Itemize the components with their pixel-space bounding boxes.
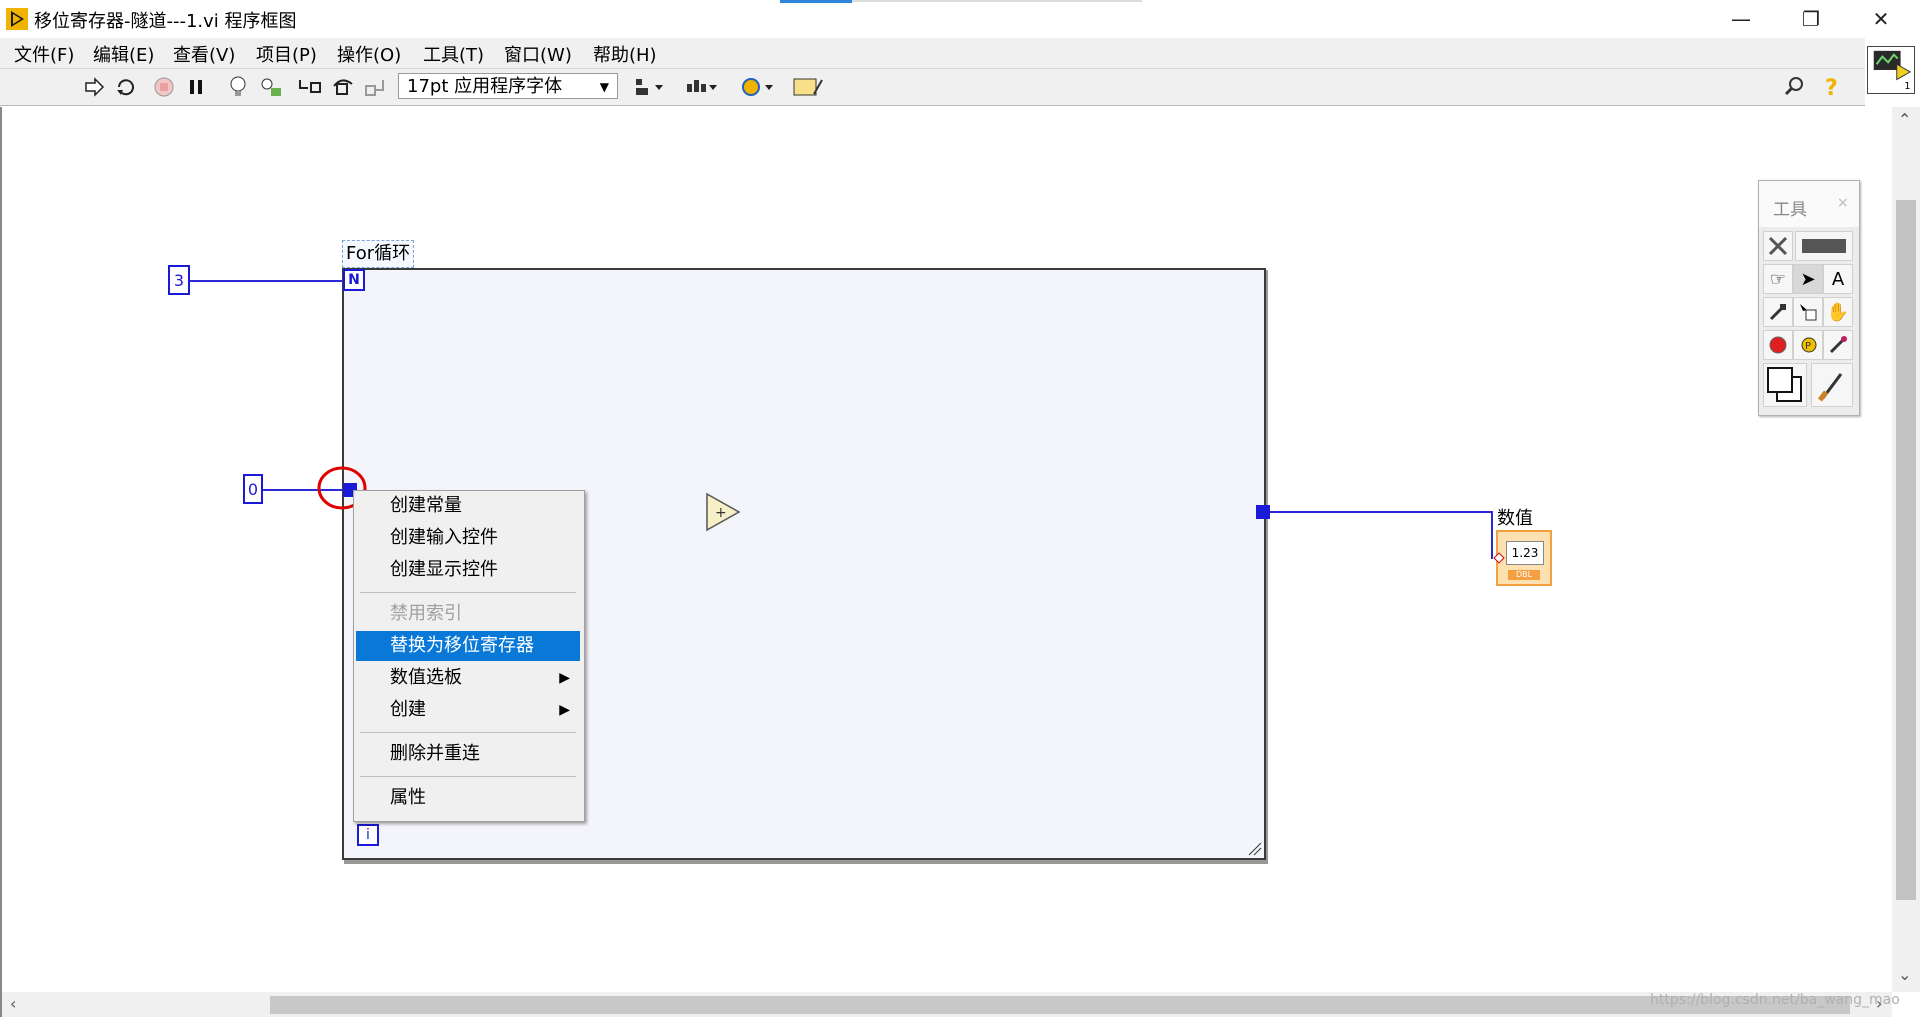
loop-count-terminal[interactable]: N: [343, 269, 365, 291]
menu-item-disable-indexing: 禁用索引: [390, 603, 462, 624]
font-select-value: 17pt 应用程序字体: [407, 76, 563, 97]
close-button[interactable]: ✕: [1846, 0, 1916, 38]
menu-item-delete-and-rewire[interactable]: 删除并重连: [356, 739, 580, 769]
window-title: 移位寄存器-隧道---1.vi 程序框图: [34, 11, 297, 32]
automatic-tool-icon[interactable]: [1763, 231, 1793, 261]
tools-palette-title: 工具: [1773, 200, 1807, 220]
svg-text:?: ?: [1825, 76, 1838, 99]
maximize-button[interactable]: ❐: [1776, 0, 1846, 38]
context-help-icon[interactable]: ?: [1818, 73, 1846, 101]
menu-item-replace-with-shift-register[interactable]: 替换为移位寄存器: [356, 631, 580, 661]
step-into-icon[interactable]: [296, 73, 324, 101]
watermark: https://blog.csdn.net/ba_wang_mao: [1650, 992, 1900, 1008]
vertical-scroll-thumb[interactable]: [1896, 200, 1916, 900]
clean-up-diagram-icon[interactable]: [790, 73, 826, 101]
menu-separator: [360, 732, 576, 733]
step-over-icon[interactable]: [330, 73, 358, 101]
iteration-terminal[interactable]: i: [357, 824, 379, 846]
menu-item-label: 数值选板: [390, 667, 462, 688]
color-swatch-icon[interactable]: [1763, 363, 1807, 407]
pause-icon[interactable]: [182, 73, 210, 101]
resize-handle-icon[interactable]: [1248, 842, 1262, 856]
for-loop-label[interactable]: For循环: [342, 240, 415, 268]
step-out-icon[interactable]: [362, 73, 390, 101]
numeric-indicator[interactable]: 1.23 DBL: [1493, 530, 1552, 586]
scroll-left-icon[interactable]: ‹: [10, 994, 16, 1013]
breakpoint-icon[interactable]: [1763, 330, 1793, 360]
menu-item-create[interactable]: 创建 ▶: [356, 695, 580, 725]
reorder-icon[interactable]: [738, 73, 778, 101]
tools-palette-close[interactable]: ×: [1837, 195, 1849, 211]
auto-tool-indicator: [1795, 231, 1853, 261]
wire-to-indicator: [1268, 511, 1492, 513]
position-arrow-icon[interactable]: ➤: [1793, 264, 1823, 294]
output-tunnel[interactable]: [1256, 505, 1270, 519]
minimize-button[interactable]: —: [1706, 0, 1776, 38]
labview-app-icon: [6, 8, 28, 30]
menu-item-numeric-palette[interactable]: 数值选板 ▶: [356, 663, 580, 693]
highlight-execution-icon[interactable]: [224, 73, 252, 101]
menu-help[interactable]: 帮助(H): [587, 41, 663, 67]
chevron-down-icon: ▼: [599, 80, 609, 94]
wire-count: [190, 280, 343, 282]
loop-count-constant[interactable]: 3: [168, 265, 190, 295]
run-continuously-icon[interactable]: [112, 73, 140, 101]
add-glyph: +: [715, 505, 727, 521]
initial-value-constant[interactable]: 0: [243, 474, 263, 504]
text-tool-icon[interactable]: A: [1823, 264, 1853, 294]
toolbar: 17pt 应用程序字体 ▼ ?: [0, 69, 1865, 106]
run-arrow-icon[interactable]: [80, 73, 108, 101]
context-menu: 创建常量 创建输入控件 创建显示控件 禁用索引 替换为移位寄存器 数值选板 ▶ …: [353, 490, 585, 822]
menu-item-properties[interactable]: 属性: [356, 783, 580, 813]
svg-text:P: P: [1805, 341, 1811, 352]
scroll-up-icon[interactable]: ⌃: [1898, 110, 1911, 129]
submenu-arrow-icon: ▶: [559, 702, 570, 718]
align-objects-icon[interactable]: [630, 73, 670, 101]
menu-separator: [360, 592, 576, 593]
color-picker-icon[interactable]: [1823, 330, 1853, 360]
menu-project[interactable]: 项目(P): [250, 41, 323, 67]
tools-palette-header: 工具 ×: [1759, 181, 1859, 227]
shortcut-menu-icon[interactable]: [1793, 297, 1823, 327]
search-icon[interactable]: [1780, 73, 1808, 101]
font-size-select[interactable]: 17pt 应用程序字体 ▼: [398, 73, 618, 99]
probe-icon[interactable]: P: [1793, 330, 1823, 360]
indicator-input-terminal: [1493, 552, 1505, 564]
menu-edit[interactable]: 编辑(E): [87, 41, 160, 67]
retain-wire-values-icon[interactable]: [258, 73, 286, 101]
svg-text:1: 1: [1904, 81, 1910, 92]
menu-item-create-indicator[interactable]: 创建显示控件: [356, 555, 580, 585]
title-accent-line-secondary: [852, 0, 1142, 2]
menu-item-label: 创建: [390, 699, 426, 720]
title-bar: 移位寄存器-隧道---1.vi 程序框图 — ❐ ✕: [0, 0, 1920, 38]
menu-window[interactable]: 窗口(W): [498, 41, 578, 67]
operate-hand-icon[interactable]: ☞: [1763, 264, 1793, 294]
menu-item-create-control[interactable]: 创建输入控件: [356, 523, 580, 553]
menu-tools[interactable]: 工具(T): [417, 41, 490, 67]
indicator-type: DBL: [1508, 570, 1540, 580]
indicator-value: 1.23: [1506, 541, 1544, 565]
title-accent-line: [780, 0, 852, 3]
vi-icon[interactable]: 1: [1867, 46, 1915, 94]
menu-item-create-constant[interactable]: 创建常量: [356, 491, 580, 521]
horizontal-scroll-thumb[interactable]: [270, 996, 1850, 1014]
scroll-down-icon[interactable]: ⌄: [1898, 965, 1911, 984]
menu-operate[interactable]: 操作(O): [331, 41, 407, 67]
menu-separator: [360, 776, 576, 777]
submenu-arrow-icon: ▶: [559, 670, 570, 686]
menu-file[interactable]: 文件(F): [8, 41, 80, 67]
coloring-brush-icon[interactable]: [1811, 363, 1853, 407]
tools-palette: 工具 × ☞ ➤ A ✋ P: [1758, 180, 1860, 416]
wire-to-indicator-vertical: [1491, 511, 1493, 559]
distribute-objects-icon[interactable]: [682, 73, 722, 101]
scroll-hand-icon[interactable]: ✋: [1823, 297, 1853, 327]
menu-bar: 文件(F) 编辑(E) 查看(V) 项目(P) 操作(O) 工具(T) 窗口(W…: [0, 38, 1865, 69]
abort-icon[interactable]: [150, 73, 178, 101]
indicator-label[interactable]: 数值: [1497, 504, 1533, 530]
wiring-spool-icon[interactable]: [1763, 297, 1793, 327]
menu-view[interactable]: 查看(V): [167, 41, 241, 67]
add-function-node[interactable]: +: [705, 492, 741, 532]
